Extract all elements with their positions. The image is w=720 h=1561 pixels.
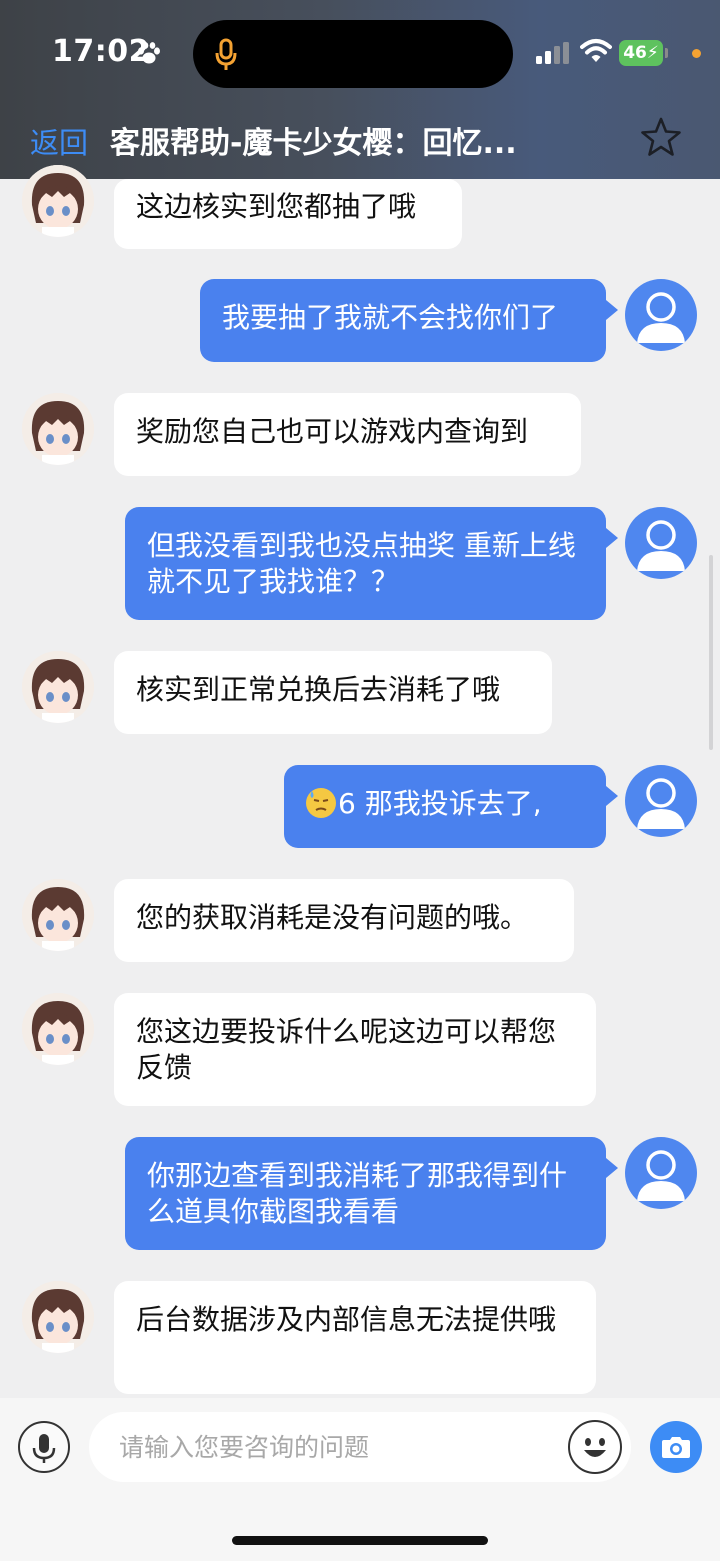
battery-indicator: 46⚡: [619, 40, 663, 66]
microphone-active-icon: [215, 38, 237, 70]
user-message: 但我没看到我也没点抽奖 重新上线就不见了我找谁？？: [125, 507, 606, 620]
user-bubble-tail: [606, 1158, 618, 1178]
emoji-button[interactable]: [568, 1420, 622, 1474]
battery-level: 46: [623, 43, 647, 63]
battery-tip: [665, 48, 668, 58]
voice-input-button[interactable]: [18, 1421, 70, 1473]
user-avatar: [625, 765, 697, 837]
star-icon[interactable]: [640, 116, 682, 158]
dynamic-island: [193, 20, 513, 88]
signal-icon: [536, 42, 569, 64]
user-message-text: 6 那我投诉去了,: [338, 787, 542, 820]
camera-button[interactable]: [650, 1421, 702, 1473]
microphone-icon: [32, 1434, 56, 1463]
agent-message: 这边核实到您都抽了哦: [114, 179, 462, 249]
downcast-sweat-emoji-icon: [306, 788, 336, 818]
agent-message: 核实到正常兑换后去消耗了哦: [114, 651, 552, 734]
question-input[interactable]: [89, 1412, 631, 1482]
user-message: 你那边查看到我消耗了那我得到什么道具你截图我看看: [125, 1137, 606, 1250]
home-indicator[interactable]: [232, 1536, 488, 1545]
camera-icon: [662, 1437, 690, 1458]
page-title: 客服帮助-魔卡少女樱：回忆...: [110, 126, 517, 161]
user-message: 我要抽了我就不会找你们了: [200, 279, 606, 362]
user-bubble-tail: [606, 528, 618, 548]
user-bubble-tail: [606, 300, 618, 320]
user-avatar: [625, 279, 697, 351]
user-message: 6 那我投诉去了,: [284, 765, 606, 848]
user-avatar: [625, 507, 697, 579]
agent-avatar: [22, 165, 94, 237]
user-avatar: [625, 1137, 697, 1209]
user-bubble-tail: [606, 786, 618, 806]
back-button[interactable]: 返回: [30, 120, 88, 162]
agent-message: 后台数据涉及内部信息无法提供哦: [114, 1281, 596, 1394]
agent-message: 您这边要投诉什么呢这边可以帮您反馈: [114, 993, 596, 1106]
smiley-icon: [584, 1438, 606, 1457]
agent-avatar: [22, 393, 94, 465]
agent-message: 您的获取消耗是没有问题的哦。: [114, 879, 574, 962]
agent-avatar: [22, 1281, 94, 1353]
wifi-icon: [580, 39, 612, 62]
agent-avatar: [22, 651, 94, 723]
scroll-indicator[interactable]: [709, 555, 713, 750]
agent-avatar: [22, 879, 94, 951]
paw-icon: [138, 42, 160, 64]
agent-message: 奖励您自己也可以游戏内查询到: [114, 393, 581, 476]
privacy-indicator-dot: [692, 49, 701, 58]
header: 17:02 46⚡ 返回 客服帮助-魔卡少女樱：回忆...: [0, 0, 720, 179]
agent-avatar: [22, 993, 94, 1065]
